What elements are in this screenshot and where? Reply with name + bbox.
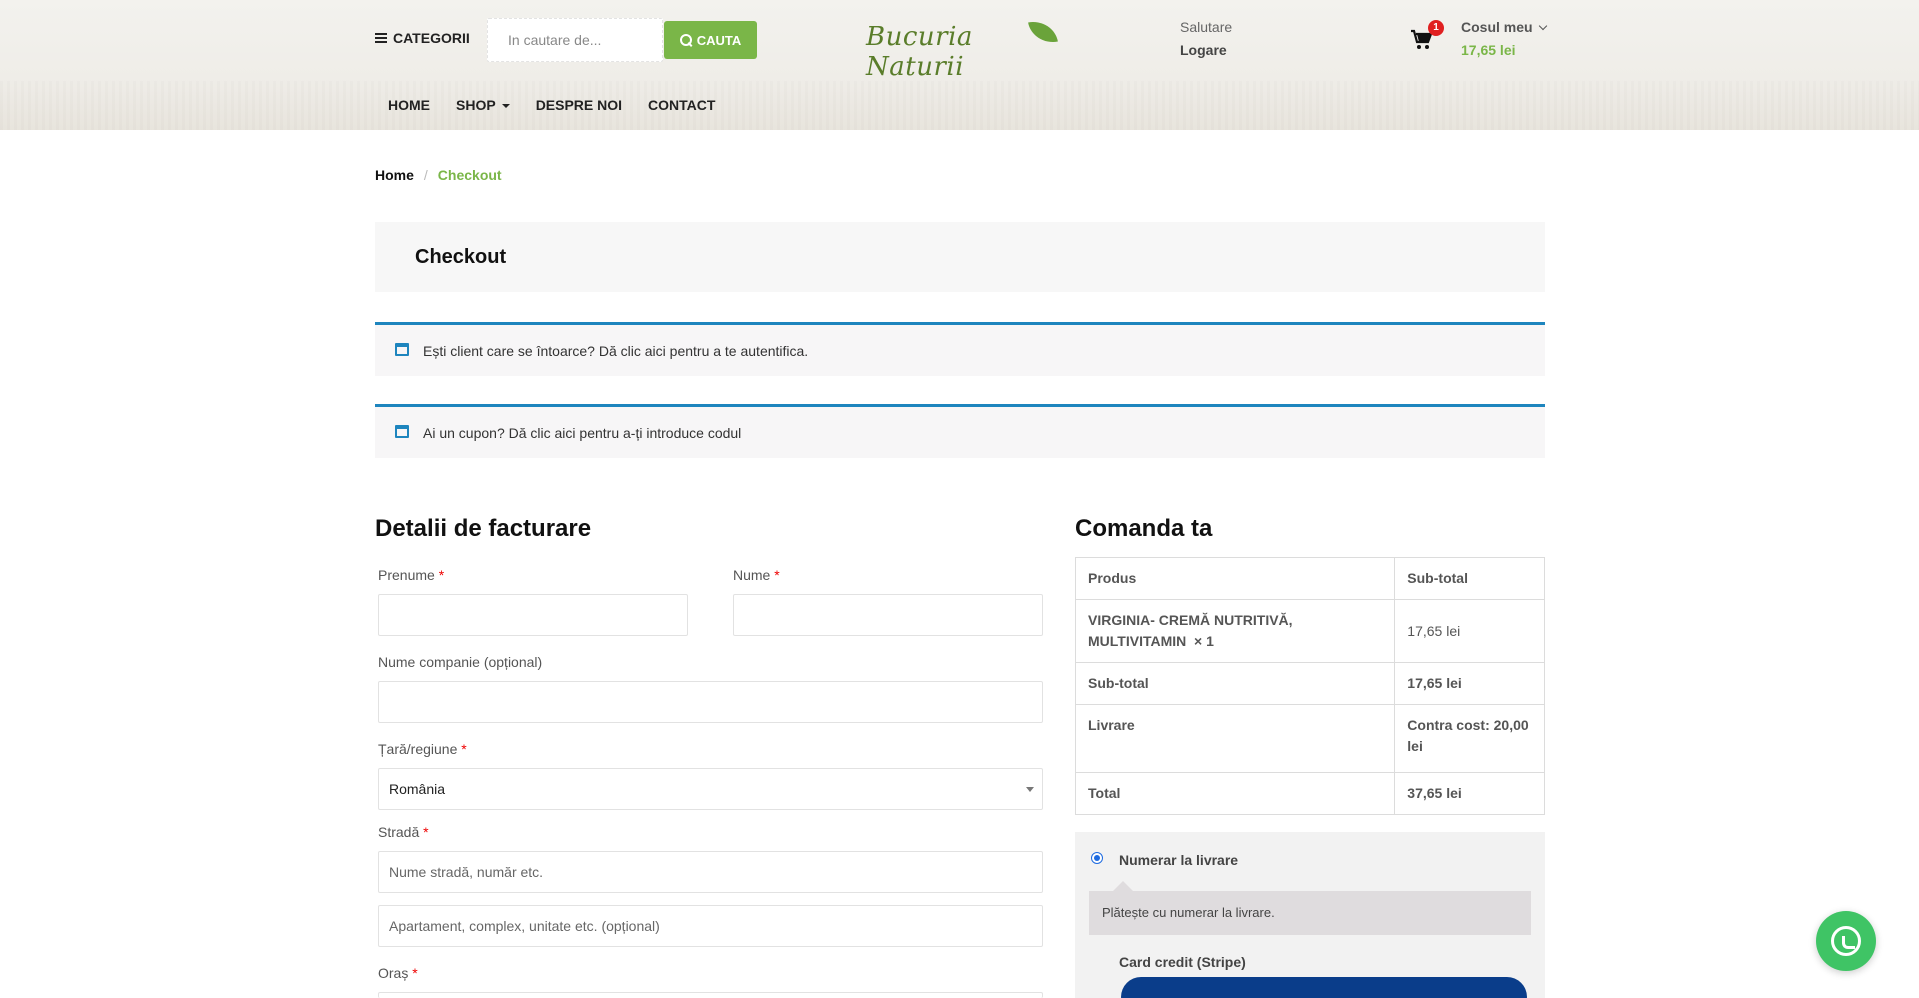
order-subtotal-label: Sub-total [1074, 662, 1396, 705]
search-input[interactable]: In cautare de... [487, 18, 663, 62]
cod-label[interactable]: Numerar la livrare [1119, 852, 1238, 868]
table-row: Sub-total 17,65 lei [1074, 662, 1545, 705]
nav-contact[interactable]: CONTACT [635, 81, 728, 130]
categories-label: CATEGORII [393, 30, 470, 46]
table-row: Livrare Contra cost: 20,00 lei [1074, 704, 1545, 773]
required-mark: * [461, 741, 467, 757]
breadcrumb: Home / Checkout [375, 167, 502, 183]
whatsapp-icon [1831, 926, 1861, 956]
chevron-down-icon [1538, 21, 1547, 31]
order-shipping-value: Contra cost: 20,00 lei [1394, 704, 1545, 773]
order-subtotal-value: 17,65 lei [1394, 662, 1545, 705]
order-col-product: Produs [1074, 557, 1396, 600]
nav-home[interactable]: HOME [375, 81, 443, 130]
required-mark: * [412, 965, 418, 981]
payment-methods: Numerar la livrare Plătește cu numerar l… [1075, 832, 1545, 998]
search-button-label: CAUTA [696, 32, 742, 48]
cart-amount: 17,65 lei [1461, 42, 1516, 58]
cod-radio[interactable] [1091, 852, 1103, 864]
login-link[interactable]: Logare [1180, 39, 1232, 62]
first-name-label: Prenume * [378, 567, 444, 583]
cod-description: Plătește cu numerar la livrare. [1089, 881, 1531, 935]
apartment-input[interactable]: Apartament, complex, unitate etc. (opțio… [378, 905, 1043, 947]
last-name-input[interactable] [733, 594, 1043, 636]
greeting-text: Salutare [1180, 19, 1233, 35]
main-nav: HOME SHOP DESPRE NOI CONTACT [375, 81, 728, 130]
nav-about[interactable]: DESPRE NOI [523, 81, 635, 130]
stripe-payment-button[interactable] [1121, 977, 1527, 998]
street-input[interactable]: Nume stradă, număr etc. [378, 851, 1043, 893]
dropdown-arrow-icon [1026, 787, 1034, 792]
cart-summary[interactable]: Cosul meu 17,65 lei [1461, 16, 1547, 62]
street-label-text: Stradă [378, 824, 420, 840]
table-row: VIRGINIA- CREMĂ NUTRITIVĂ, MULTIVITAMIN … [1074, 599, 1545, 663]
country-label-text: Țară/regiune [378, 741, 458, 757]
required-mark: * [438, 567, 445, 583]
order-product-cell: VIRGINIA- CREMĂ NUTRITIVĂ, MULTIVITAMIN … [1074, 599, 1396, 663]
coupon-notice-text[interactable]: Ai un cupon? Dă clic aici pentru a-ți in… [423, 425, 741, 441]
nav-shop-label: SHOP [456, 97, 496, 113]
search-button[interactable]: CAUTA [664, 21, 757, 59]
city-input[interactable] [378, 992, 1043, 998]
categories-button[interactable]: CATEGORII [375, 30, 470, 46]
site-logo[interactable]: Bucuria Naturii [866, 17, 1058, 82]
order-shipping-label: Livrare [1074, 704, 1396, 773]
required-mark: * [774, 567, 780, 583]
breadcrumb-current: Checkout [437, 167, 502, 183]
page-title-box: Checkout [375, 222, 1545, 292]
login-notice-text[interactable]: Ești client care se întoarce? Dă clic ai… [423, 343, 808, 359]
nav-shop[interactable]: SHOP [443, 81, 523, 130]
first-name-input[interactable] [378, 594, 688, 636]
required-mark: * [423, 824, 429, 840]
menu-icon [375, 33, 387, 43]
logo-text: Bucuria Naturii [866, 22, 973, 82]
company-input[interactable] [378, 681, 1043, 723]
order-product-qty: × 1 [1194, 633, 1214, 649]
order-title: Comanda ta [1075, 515, 1213, 542]
cart-count-badge: 1 [1428, 20, 1444, 36]
breadcrumb-separator: / [423, 167, 428, 183]
search-icon [679, 34, 692, 46]
city-label-text: Oraș [378, 965, 409, 981]
breadcrumb-home[interactable]: Home [375, 167, 414, 183]
caret-down-icon [501, 103, 510, 108]
billing-title: Detalii de facturare [375, 515, 592, 542]
cart-label: Cosul meu [1461, 19, 1533, 35]
order-product-price: 17,65 lei [1394, 599, 1545, 663]
last-name-label: Nume * [733, 567, 780, 583]
window-icon [395, 425, 409, 438]
company-label: Nume companie (opțional) [378, 654, 543, 670]
country-select-value: România [389, 781, 446, 797]
last-name-label-text: Nume [733, 567, 771, 583]
order-product-name: VIRGINIA- CREMĂ NUTRITIVĂ, MULTIVITAMIN [1088, 612, 1293, 649]
page-title: Checkout [415, 246, 507, 268]
first-name-label-text: Prenume [378, 567, 435, 583]
street-label: Stradă * [378, 824, 429, 840]
order-table: Produs Sub-total VIRGINIA- CREMĂ NUTRITI… [1074, 557, 1545, 815]
order-total-label: Total [1074, 772, 1396, 815]
whatsapp-button[interactable] [1816, 911, 1876, 971]
country-label: Țară/regiune * [378, 741, 467, 757]
order-total-value: 37,65 lei [1394, 772, 1545, 815]
order-col-subtotal: Sub-total [1394, 557, 1545, 600]
country-select[interactable]: România [378, 768, 1043, 810]
window-icon [395, 343, 409, 356]
coupon-notice[interactable]: Ai un cupon? Dă clic aici pentru a-ți in… [375, 404, 1545, 458]
city-label: Oraș * [378, 965, 418, 981]
table-row: Total 37,65 lei [1074, 772, 1545, 815]
card-label[interactable]: Card credit (Stripe) [1119, 954, 1246, 970]
account-greeting: Salutare Logare [1180, 16, 1232, 62]
login-notice[interactable]: Ești client care se întoarce? Dă clic ai… [375, 322, 1545, 376]
